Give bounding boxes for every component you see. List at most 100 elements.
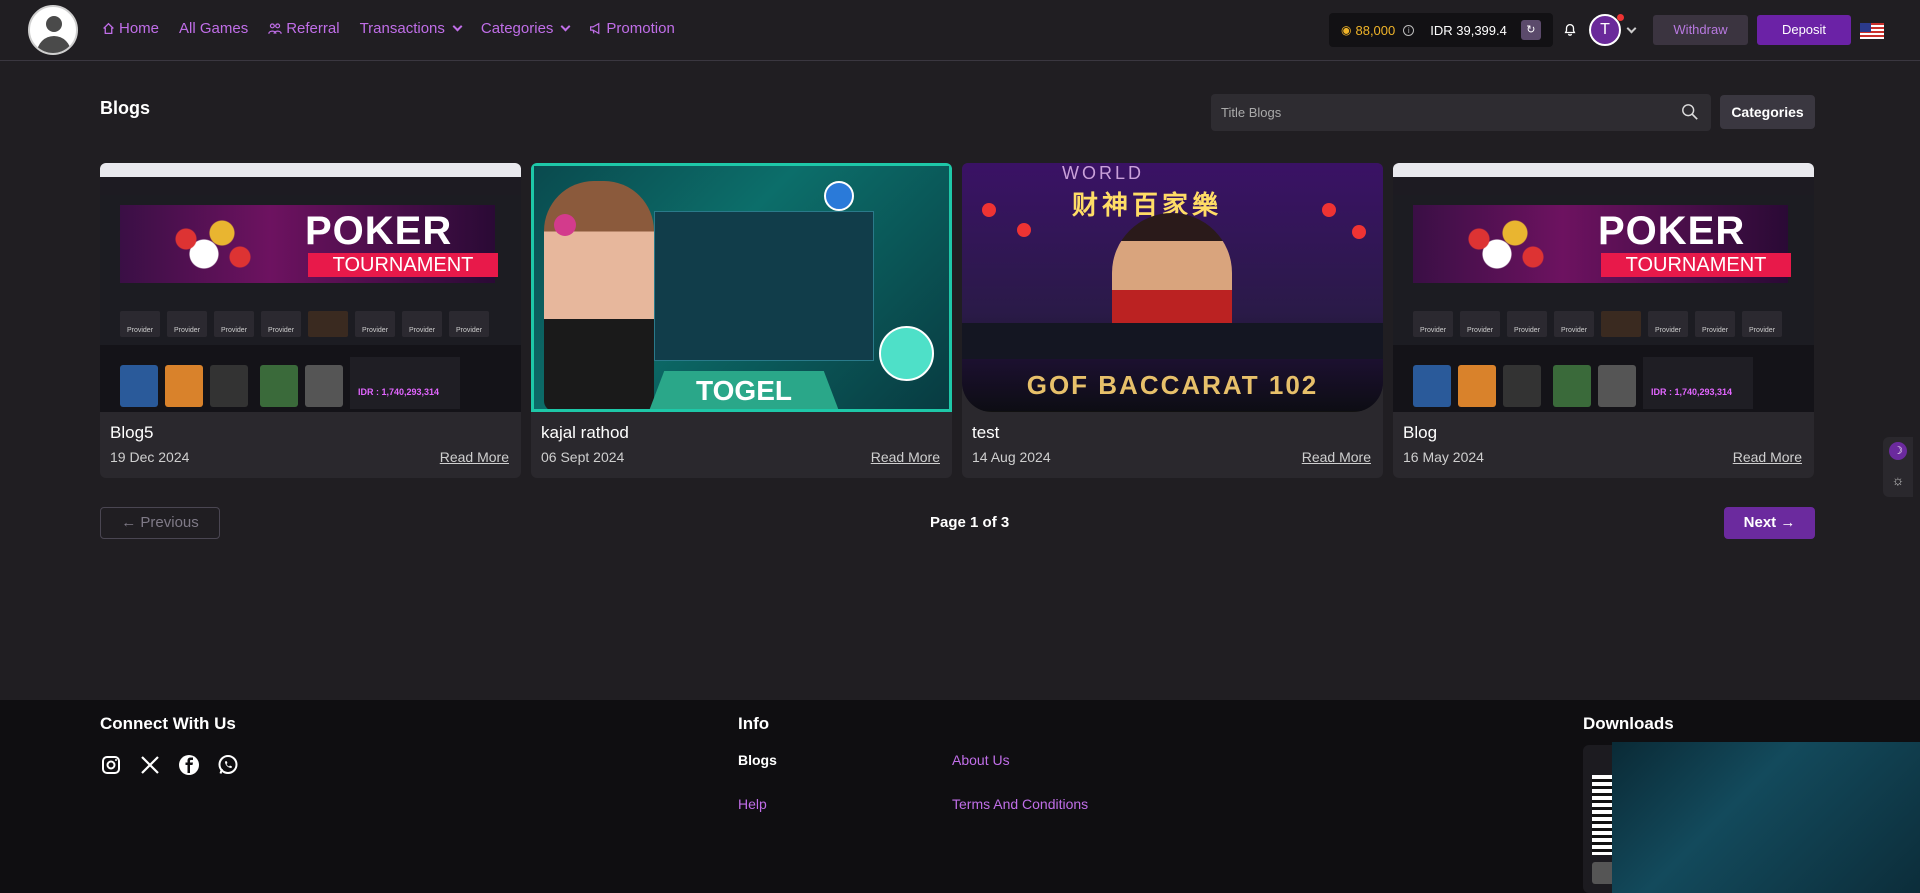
- bell-icon[interactable]: [1563, 22, 1577, 36]
- pagination: ← Previous Page 1 of 3 Next →: [100, 507, 1815, 539]
- main-nav: Home All Games Referral Transactions Cat…: [102, 20, 675, 37]
- download-banner-image: [1612, 742, 1920, 893]
- provider-tile: Provider: [1460, 311, 1500, 337]
- blog-card[interactable]: TOGEL kajal rathod 06 Sept 2024 Read Mor…: [531, 163, 952, 478]
- nav-home[interactable]: Home: [102, 20, 159, 37]
- theme-toggle: ☽ ☼: [1883, 437, 1913, 497]
- blog-title[interactable]: kajal rathod: [541, 423, 629, 443]
- blog-date: 19 Dec 2024: [110, 449, 190, 465]
- blog-thumbnail-poker-tournament[interactable]: POKER TOURNAMENT Provider Provider Provi…: [1393, 163, 1814, 412]
- banner-text: POKER: [1598, 209, 1746, 253]
- provider-tile: Provider: [355, 311, 395, 337]
- chevron-down-icon: [560, 21, 571, 32]
- search-input[interactable]: [1221, 105, 1661, 120]
- blog-date: 16 May 2024: [1403, 449, 1484, 465]
- user-avatar[interactable]: T: [1589, 14, 1621, 46]
- blog-date: 06 Sept 2024: [541, 449, 625, 465]
- previous-button[interactable]: ← Previous: [100, 507, 220, 539]
- provider-tile: Provider: [167, 311, 207, 337]
- chevron-down-icon: [452, 21, 463, 32]
- next-button[interactable]: Next →: [1724, 507, 1815, 539]
- provider-tile: Provider: [1648, 311, 1688, 337]
- baccarat-title: GOF BACCARAT 102: [962, 359, 1383, 411]
- banner-text: POKER: [305, 209, 453, 253]
- nav-promotion-label: Promotion: [606, 20, 675, 37]
- instagram-icon[interactable]: [100, 754, 122, 776]
- whatsapp-icon[interactable]: [217, 754, 239, 776]
- moon-icon[interactable]: ☽: [1889, 442, 1907, 460]
- provider-tile: Provider: [1413, 311, 1453, 337]
- provider-tile: Provider: [402, 311, 442, 337]
- blog-date: 14 Aug 2024: [972, 449, 1051, 465]
- search-icon[interactable]: [1681, 103, 1699, 121]
- site-logo[interactable]: [28, 5, 78, 55]
- previous-label: Previous: [140, 514, 199, 531]
- blog-card[interactable]: POKER TOURNAMENT Provider Provider Provi…: [100, 163, 521, 478]
- nav-all-games[interactable]: All Games: [179, 20, 248, 37]
- nav-referral[interactable]: Referral: [268, 20, 340, 37]
- nav-categories-label: Categories: [480, 20, 554, 37]
- blog-card[interactable]: POKER TOURNAMENT Provider Provider Provi…: [1393, 163, 1814, 478]
- notification-dot: [1617, 14, 1624, 21]
- footer-link-about-us[interactable]: About Us: [952, 752, 1010, 768]
- facebook-icon[interactable]: [178, 754, 200, 776]
- info-icon[interactable]: i: [1403, 24, 1415, 36]
- deposit-button[interactable]: Deposit: [1757, 15, 1851, 45]
- footer-heading-downloads: Downloads: [1583, 714, 1674, 733]
- blog-thumbnail-togel[interactable]: TOGEL: [531, 163, 952, 412]
- arrow-left-icon: ←: [121, 514, 137, 531]
- nav-all-games-label: All Games: [179, 20, 249, 37]
- blog-list: POKER TOURNAMENT Provider Provider Provi…: [100, 163, 1814, 478]
- provider-tile: [308, 311, 348, 337]
- page-title: Blogs: [100, 98, 151, 118]
- read-more-link[interactable]: Read More: [1733, 449, 1802, 465]
- idr-balance: IDR 39,399.4: [1430, 22, 1507, 38]
- blog-card[interactable]: WORLD 财神百家樂 GOF BACCARAT 102 test 14 Aug…: [962, 163, 1383, 478]
- blog-thumbnail-baccarat[interactable]: WORLD 财神百家樂 GOF BACCARAT 102: [962, 163, 1383, 412]
- us-flag-icon[interactable]: [1860, 23, 1884, 39]
- home-icon: [103, 22, 114, 35]
- togel-label: TOGEL: [649, 371, 839, 409]
- provider-tile: Provider: [1507, 311, 1547, 337]
- categories-button[interactable]: Categories: [1720, 95, 1815, 129]
- footer-heading-connect: Connect With Us: [100, 714, 236, 733]
- poker-banner: POKER TOURNAMENT: [1413, 205, 1791, 283]
- nav-home-label: Home: [119, 20, 160, 37]
- footer-link-help[interactable]: Help: [738, 796, 767, 812]
- blog-title[interactable]: test: [972, 423, 999, 443]
- read-more-link[interactable]: Read More: [440, 449, 509, 465]
- referral-icon: [268, 23, 282, 34]
- refresh-icon[interactable]: ↻: [1520, 20, 1541, 40]
- next-label: Next: [1743, 514, 1777, 531]
- top-navbar: Home All Games Referral Transactions Cat…: [0, 0, 1920, 61]
- provider-tile: Provider: [1742, 311, 1782, 337]
- footer-heading-info: Info: [738, 714, 770, 733]
- provider-tile: Provider: [1554, 311, 1594, 337]
- read-more-link[interactable]: Read More: [1302, 449, 1371, 465]
- nav-transactions-label: Transactions: [359, 20, 445, 37]
- provider-tile: Provider: [120, 311, 160, 337]
- footer-link-blogs[interactable]: Blogs: [738, 752, 777, 768]
- x-twitter-icon[interactable]: [139, 754, 161, 776]
- blog-title[interactable]: Blog: [1403, 423, 1437, 443]
- provider-tile: [1601, 311, 1641, 337]
- coins-icon: ◉: [1341, 23, 1352, 37]
- search-bar: [1211, 94, 1711, 131]
- chevron-down-icon[interactable]: [1626, 23, 1637, 34]
- provider-tile: Provider: [261, 311, 301, 337]
- jackpot-amount: IDR : 1,740,293,314: [358, 387, 440, 397]
- blog-title[interactable]: Blog5: [110, 423, 153, 443]
- sun-icon[interactable]: ☼: [1889, 471, 1907, 489]
- read-more-link[interactable]: Read More: [871, 449, 940, 465]
- provider-tile: Provider: [1695, 311, 1735, 337]
- nav-referral-label: Referral: [286, 20, 340, 37]
- footer-link-terms[interactable]: Terms And Conditions: [952, 796, 1088, 812]
- megaphone-icon: [590, 22, 600, 35]
- nav-promotion[interactable]: Promotion: [589, 20, 675, 37]
- nav-transactions[interactable]: Transactions: [359, 20, 463, 37]
- baccarat-brand: WORLD: [1062, 163, 1144, 183]
- blog-thumbnail-poker-tournament[interactable]: POKER TOURNAMENT Provider Provider Provi…: [100, 163, 521, 412]
- provider-tile: Provider: [214, 311, 254, 337]
- withdraw-button[interactable]: Withdraw: [1653, 15, 1748, 45]
- nav-categories[interactable]: Categories: [480, 20, 571, 37]
